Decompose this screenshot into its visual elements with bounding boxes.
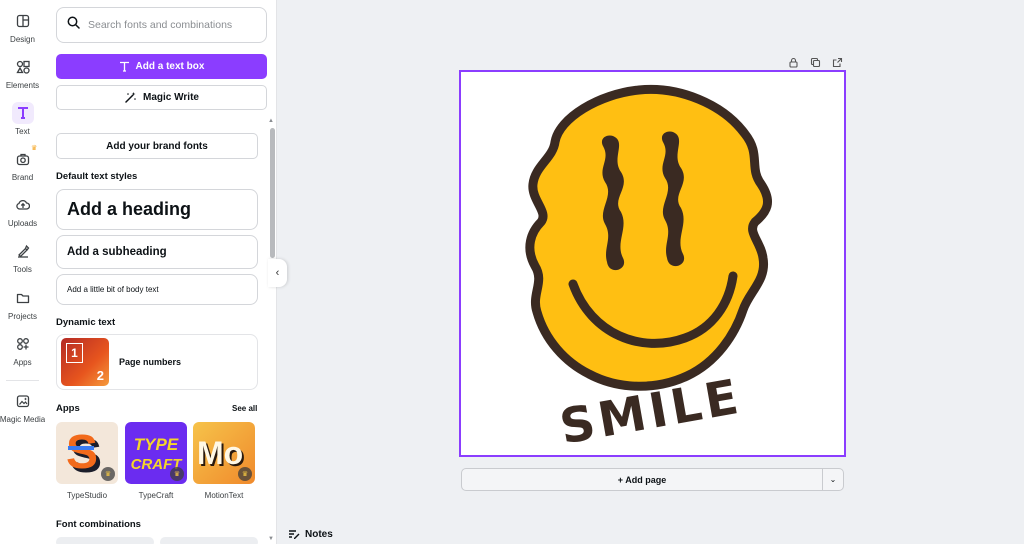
elements-icon: [12, 56, 34, 78]
font-combination-card[interactable]: [56, 537, 154, 544]
page-numbers-thumbnail: 1 2: [61, 338, 109, 386]
rail-label: Magic Media: [0, 415, 46, 424]
apps-icon: [12, 333, 34, 355]
text-icon: [119, 61, 129, 72]
font-combination-card[interactable]: [160, 537, 258, 544]
rail-label: Elements: [5, 81, 40, 90]
crown-icon: ♛: [170, 467, 184, 481]
text-panel: Add a text box Magic Write Add your bran…: [45, 0, 277, 544]
page-number-first: 1: [66, 343, 83, 363]
lock-icon[interactable]: [786, 55, 800, 69]
typecraft-glyph-line1: TYPE: [134, 435, 179, 454]
crown-icon: ♛: [101, 467, 115, 481]
crown-icon: ♛: [238, 467, 252, 481]
magic-write-button[interactable]: Magic Write: [56, 85, 267, 110]
rail-divider: [6, 380, 39, 381]
add-text-box-label: Add a text box: [135, 61, 205, 72]
duplicate-icon[interactable]: [808, 55, 822, 69]
app-label-typecraft: TypeCraft: [138, 491, 174, 500]
left-rail: Design Elements Text ♛ Brand Uploads Too…: [0, 0, 45, 544]
body-text-label: Add a little bit of body text: [67, 285, 159, 294]
notes-label: Notes: [305, 528, 333, 540]
rail-item-brand[interactable]: ♛ Brand: [0, 145, 45, 182]
add-brand-fonts-label: Add your brand fonts: [106, 140, 208, 152]
add-brand-fonts-button[interactable]: Add your brand fonts: [56, 133, 258, 159]
add-page-options-button[interactable]: ⌄: [822, 469, 843, 490]
chevron-down-icon: ⌄: [829, 475, 837, 484]
add-body-text-card[interactable]: Add a little bit of body text: [56, 274, 258, 305]
add-page-button[interactable]: + Add page: [462, 469, 822, 490]
uploads-icon: [12, 194, 34, 216]
app-label-motiontext: MotionText: [204, 491, 244, 500]
motiontext-glyph: Mo: [197, 435, 243, 471]
font-combinations-title: Font combinations: [56, 519, 141, 530]
scroll-up-arrow[interactable]: ▲: [268, 118, 274, 124]
page-number-second: 2: [96, 368, 104, 383]
rail-label: Uploads: [7, 219, 38, 228]
see-all-link[interactable]: See all: [232, 404, 257, 413]
rail-label: Tools: [13, 265, 32, 274]
rail-item-elements[interactable]: Elements: [0, 56, 45, 90]
rail-item-design[interactable]: Design: [0, 10, 45, 44]
page-toolbar: [786, 55, 844, 69]
tools-icon: [12, 240, 34, 262]
rail-item-tools[interactable]: Tools: [0, 240, 45, 274]
scroll-down-arrow[interactable]: ▼: [268, 536, 274, 542]
rail-item-uploads[interactable]: Uploads: [0, 194, 45, 228]
rail-item-text[interactable]: Text: [0, 102, 45, 136]
app-tile-motiontext[interactable]: Mo Mo ♛: [193, 422, 255, 484]
apps-title: Apps: [56, 403, 80, 414]
design-page[interactable]: SMILE: [459, 70, 846, 457]
add-heading-card[interactable]: Add a heading: [56, 189, 258, 230]
notes-button[interactable]: Notes: [288, 528, 333, 540]
share-icon[interactable]: [830, 55, 844, 69]
panel-scrollbar[interactable]: [270, 128, 275, 258]
rail-label: Brand: [11, 173, 34, 182]
search-icon: [67, 16, 80, 34]
smiley-artwork[interactable]: SMILE: [461, 72, 844, 456]
rail-item-projects[interactable]: Projects: [0, 287, 45, 321]
page-numbers-label: Page numbers: [119, 357, 182, 367]
add-subheading-card[interactable]: Add a subheading: [56, 235, 258, 269]
magic-write-label: Magic Write: [143, 92, 199, 103]
notes-icon: [289, 530, 300, 539]
dynamic-text-title: Dynamic text: [56, 317, 116, 328]
search-input[interactable]: [88, 19, 258, 31]
projects-icon: [12, 287, 34, 309]
add-page-bar: + Add page ⌄: [461, 468, 844, 491]
rail-label: Projects: [8, 312, 37, 321]
rail-label: Text: [15, 127, 30, 136]
subheading-label: Add a subheading: [67, 246, 167, 258]
crown-icon: ♛: [31, 145, 38, 152]
app-label-typestudio: TypeStudio: [66, 491, 108, 500]
search-box[interactable]: [56, 7, 267, 43]
app-tile-typestudio[interactable]: S S ♛: [56, 422, 118, 484]
rail-label: Design: [10, 35, 35, 44]
rail-label: Apps: [13, 358, 32, 367]
rail-item-apps[interactable]: Apps: [0, 333, 45, 367]
typestudio-glyph: S: [66, 426, 98, 479]
add-text-box-button[interactable]: Add a text box: [56, 54, 267, 79]
design-icon: [12, 10, 34, 32]
heading-label: Add a heading: [67, 199, 192, 219]
default-text-styles-title: Default text styles: [56, 171, 138, 182]
chevron-left-icon: ‹: [275, 267, 280, 279]
magic-wand-icon: [125, 92, 136, 103]
app-tile-typecraft[interactable]: TYPE CRAFT ♛: [125, 422, 187, 484]
collapse-panel-button[interactable]: ‹: [268, 259, 287, 287]
magic-media-icon: [12, 390, 34, 412]
text-icon: [11, 102, 34, 124]
page-numbers-card[interactable]: 1 2 Page numbers: [56, 334, 258, 390]
rail-item-magic-media[interactable]: Magic Media: [0, 390, 45, 424]
